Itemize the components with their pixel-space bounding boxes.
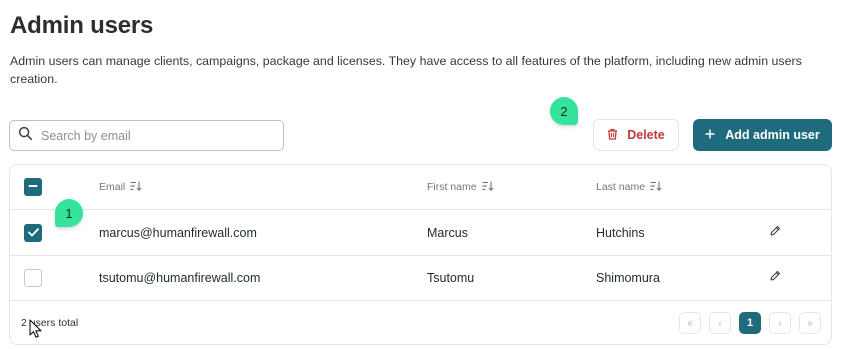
cell-first-name: Marcus — [427, 225, 468, 240]
page-title: Admin users — [10, 12, 154, 39]
page-button-current[interactable]: 1 — [739, 312, 761, 334]
select-all-checkbox[interactable] — [24, 178, 42, 196]
edit-row-button[interactable] — [769, 256, 781, 300]
row-checkbox[interactable] — [24, 223, 42, 242]
page-description: Admin users can manage clients, campaign… — [10, 54, 802, 86]
cell-email: tsutomu@humanfirewall.com — [99, 271, 261, 285]
next-page-button[interactable]: › — [769, 312, 791, 334]
sort-icon — [130, 181, 142, 194]
add-admin-user-label: Add admin user — [725, 128, 820, 142]
cell-first-name: Tsutomu — [427, 271, 475, 285]
cell-last-name: Shimomura — [596, 271, 660, 285]
pencil-icon — [769, 269, 781, 287]
search-icon — [18, 126, 33, 146]
pencil-icon — [769, 224, 781, 242]
column-header-email[interactable]: Email — [99, 181, 142, 194]
sort-icon — [482, 181, 494, 194]
cell-last-name: Hutchins — [596, 225, 645, 240]
last-page-button[interactable]: » — [799, 312, 821, 334]
pagination: « ‹ 1 › » — [679, 312, 821, 334]
sort-icon — [650, 181, 662, 194]
column-header-first-name[interactable]: First name — [427, 181, 494, 194]
delete-button[interactable]: Delete — [593, 119, 679, 151]
row-checkbox[interactable] — [24, 269, 42, 287]
minus-icon — [28, 178, 38, 196]
first-page-button[interactable]: « — [679, 312, 701, 334]
table-row[interactable]: tsutomu@humanfirewall.com Tsutomu Shimom… — [10, 256, 831, 301]
add-admin-user-button[interactable]: Add admin user — [693, 119, 832, 151]
table-header-row: Email First name Last name — [10, 165, 831, 210]
search-box[interactable] — [9, 120, 284, 151]
column-header-last-name[interactable]: Last name — [596, 181, 662, 194]
admin-users-table: Email First name Last name marcus@humanf… — [9, 164, 832, 345]
delete-button-label: Delete — [627, 128, 665, 142]
check-icon — [27, 224, 39, 242]
step-marker-2: 2 — [550, 97, 578, 125]
step-marker-1: 1 — [55, 199, 83, 227]
table-footer: 2 users total « ‹ 1 › » — [10, 301, 831, 345]
trash-icon — [607, 128, 618, 143]
plus-icon — [705, 128, 715, 142]
table-row[interactable]: marcus@humanfirewall.com Marcus Hutchins — [10, 210, 831, 256]
previous-page-button[interactable]: ‹ — [709, 312, 731, 334]
search-input[interactable] — [41, 128, 271, 143]
edit-row-button[interactable] — [769, 210, 781, 255]
mouse-cursor-icon — [29, 319, 43, 339]
cell-email: marcus@humanfirewall.com — [99, 225, 257, 240]
